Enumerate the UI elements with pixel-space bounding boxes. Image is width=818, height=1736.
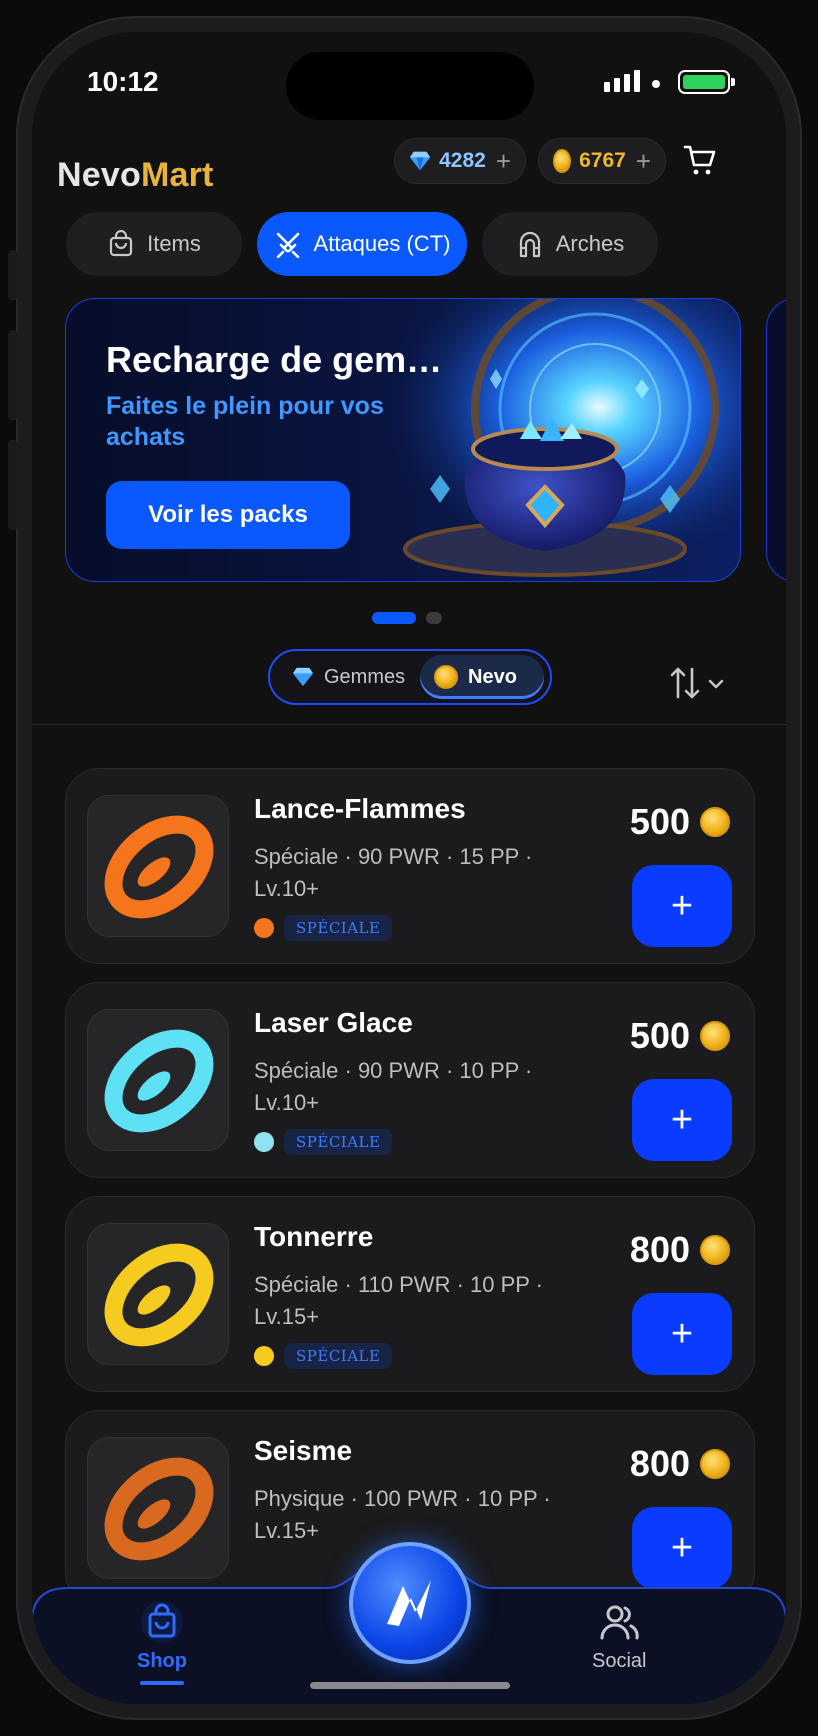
promo-banner[interactable]: Recharge de gem… Faites le plein pour vo… [65, 298, 741, 582]
currency-toggle[interactable]: Gemmes Nevo [268, 649, 552, 705]
move-price: 500 [630, 1015, 730, 1057]
move-stats: Spéciale · 110 PWR · 10 PP · Lv.15+ [254, 1272, 543, 1329]
move-name: Laser Glace [254, 1007, 413, 1038]
section-divider [32, 724, 786, 725]
move-name: Lance-Flammes [254, 793, 466, 824]
move-stats: Physique · 100 PWR · 10 PP · Lv.15+ [254, 1486, 551, 1543]
move-badges: SPÉCIALE [254, 1343, 393, 1369]
move-card[interactable]: Lance-Flammes Spéciale · 90 PWR · 15 PP … [65, 768, 755, 964]
tab-attacks[interactable]: Attaques (CT) [257, 212, 467, 276]
volume-down-button [8, 440, 18, 530]
move-card[interactable]: Laser Glace Spéciale · 90 PWR · 10 PP · … [65, 982, 755, 1178]
toggle-gems[interactable]: Gemmes [278, 655, 408, 699]
coins-balance-pill[interactable]: 6767 + [538, 138, 666, 184]
move-badges: SPÉCIALE [254, 915, 393, 941]
coin-icon [700, 1021, 730, 1051]
tab-arches[interactable]: Arches [482, 212, 658, 276]
battery-icon [678, 70, 735, 94]
price-value: 500 [629, 1015, 690, 1056]
category-badge: SPÉCIALE [284, 915, 393, 941]
coin-icon [553, 149, 572, 173]
coin-icon [700, 1449, 730, 1479]
tab-items-label: Items [147, 231, 201, 256]
category-badge: SPÉCIALE [284, 1343, 393, 1369]
tab-attacks-label: Attaques (CT) [313, 231, 451, 256]
tm-disc-icon [104, 1029, 214, 1133]
nevo-home-button[interactable] [349, 1542, 471, 1664]
add-coins-icon[interactable]: + [636, 146, 651, 177]
home-indicator[interactable] [310, 1682, 510, 1689]
people-icon [600, 1605, 639, 1640]
tab-arches-label: Arches [555, 231, 625, 256]
dynamic-island [286, 52, 534, 120]
active-indicator [140, 1681, 184, 1685]
logo-part-mart: Mart [140, 156, 214, 194]
banner-title: Recharge de gem… [106, 339, 443, 380]
nav-social-label: Social [592, 1650, 647, 1672]
move-stats: Spéciale · 90 PWR · 10 PP · Lv.10+ [254, 1058, 533, 1115]
banner-subtitle: Faites le plein pour vos achats [106, 392, 384, 451]
move-thumbnail [87, 1009, 229, 1151]
move-stats: Spéciale · 90 PWR · 15 PP · Lv.10+ [254, 844, 533, 901]
mute-switch [8, 250, 18, 300]
nav-shop[interactable]: Shop [137, 1600, 187, 1685]
add-gems-icon[interactable]: + [496, 146, 511, 177]
add-to-cart-button[interactable]: + [632, 1079, 732, 1161]
coin-icon [700, 1235, 730, 1265]
sort-icon[interactable] [668, 665, 728, 701]
move-price: 800 [630, 1229, 730, 1271]
coins-balance-value: 6767 [579, 149, 626, 172]
move-badges: SPÉCIALE [254, 1129, 393, 1155]
nav-shop-label: Shop [137, 1650, 187, 1672]
move-thumbnail [87, 795, 229, 937]
add-to-cart-button[interactable]: + [632, 1293, 732, 1375]
fire-icon [254, 918, 274, 938]
price-value: 500 [629, 801, 690, 842]
move-price: 500 [630, 801, 730, 843]
gem-icon [409, 151, 431, 171]
nevo-logo-icon [387, 1580, 431, 1626]
move-price: 800 [630, 1443, 730, 1485]
category-badge: SPÉCIALE [284, 1129, 393, 1155]
move-card[interactable]: Tonnerre Spéciale · 110 PWR · 10 PP · Lv… [65, 1196, 755, 1392]
bag-icon [109, 230, 133, 257]
price-value: 800 [629, 1443, 690, 1484]
next-banner-peek[interactable] [766, 298, 786, 582]
carousel-dot[interactable] [426, 612, 442, 624]
toggle-nevo-label: Nevo [468, 665, 517, 688]
arch-icon [519, 231, 540, 258]
move-name: Tonnerre [254, 1221, 374, 1252]
move-thumbnail [87, 1223, 229, 1365]
gems-balance-value: 4282 [439, 149, 486, 172]
volume-up-button [8, 330, 18, 420]
app-screen: 10:12 NevoMart 4282 + 6767 + Items Attaq… [32, 32, 786, 1704]
app-logo: NevoMart [57, 156, 214, 195]
add-to-cart-button[interactable]: + [632, 865, 732, 947]
swords-icon [276, 232, 299, 258]
gem-icon [293, 667, 313, 687]
carousel-dot-active[interactable] [372, 612, 416, 624]
tab-items[interactable]: Items [66, 212, 242, 276]
toggle-nevo[interactable]: Nevo [420, 655, 544, 699]
status-time: 10:12 [87, 66, 159, 97]
tm-disc-icon [104, 815, 214, 919]
logo-part-nevo: Nevo [57, 156, 141, 194]
view-packs-button[interactable]: Voir les packs [106, 481, 350, 549]
signal-icon [604, 70, 640, 92]
price-value: 800 [629, 1229, 690, 1270]
location-dot-icon [652, 80, 660, 88]
coin-icon [434, 665, 458, 689]
gems-balance-pill[interactable]: 4282 + [394, 138, 526, 184]
snowflake-icon [254, 1132, 274, 1152]
coin-icon [700, 807, 730, 837]
shop-bag-icon [141, 1601, 183, 1643]
cart-icon[interactable] [683, 143, 717, 177]
nav-social[interactable]: Social [592, 1600, 646, 1673]
move-name: Seisme [254, 1435, 353, 1466]
toggle-gems-label: Gemmes [324, 665, 406, 688]
tm-disc-icon [104, 1243, 214, 1347]
bolt-icon [254, 1346, 274, 1366]
